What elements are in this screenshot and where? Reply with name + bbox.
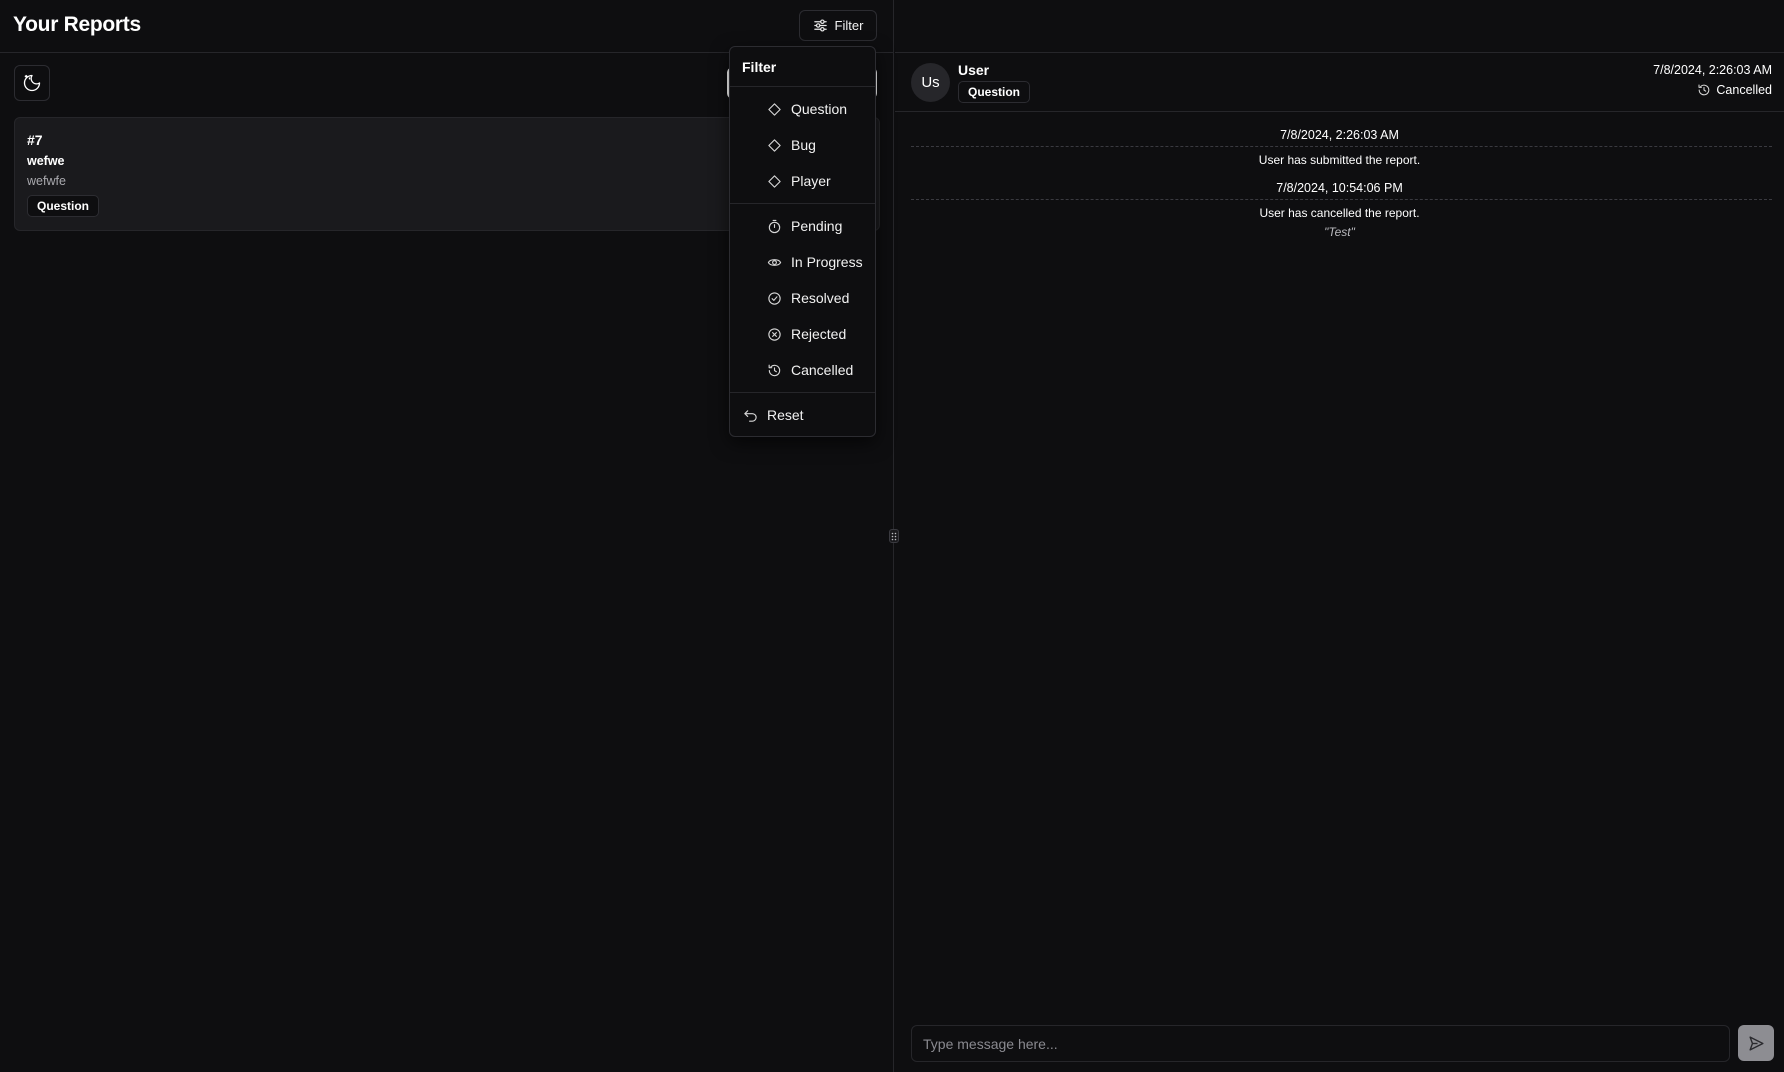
eye-icon <box>767 255 782 270</box>
filter-button-label: Filter <box>834 18 864 33</box>
theme-toggle-button[interactable] <box>14 65 50 101</box>
sliders-icon <box>813 18 828 33</box>
filter-item-in-progress[interactable]: In Progress <box>730 244 875 280</box>
report-type-badge: Question <box>958 81 1031 103</box>
filter-reset-button[interactable]: Reset <box>730 397 875 433</box>
message-composer <box>911 1025 1774 1062</box>
filter-item-cancelled[interactable]: Cancelled <box>730 352 875 388</box>
timeline-event: 7/8/2024, 2:26:03 AM User has submitted … <box>895 128 1784 167</box>
report-type-badge: Question <box>27 195 100 217</box>
event-text: User has cancelled the report. <box>1259 206 1420 220</box>
filter-item-label: Rejected <box>791 326 847 342</box>
filter-item-label: In Progress <box>791 254 863 270</box>
filter-item-label: Cancelled <box>791 362 854 378</box>
timeline-event: 7/8/2024, 10:54:06 PM User has cancelled… <box>895 181 1784 239</box>
x-circle-icon <box>767 327 782 342</box>
filter-item-rejected[interactable]: Rejected <box>730 316 875 352</box>
filter-dropdown: Filter Question Bug Player Pending In Pr… <box>729 46 876 437</box>
status-badge: Cancelled <box>1697 83 1772 97</box>
send-button[interactable] <box>1738 1025 1774 1061</box>
report-date: 7/8/2024, 2:26:03 AM <box>1653 63 1772 77</box>
conversation-header: Us User Question 7/8/2024, 2:26:03 AM Ca… <box>895 53 1784 112</box>
check-circle-icon <box>767 291 782 306</box>
undo-icon <box>743 408 758 423</box>
event-reason: "Test" <box>1324 225 1355 239</box>
diamond-icon <box>767 138 782 153</box>
filter-item-label: Resolved <box>791 290 850 306</box>
filter-dropdown-title: Filter <box>730 47 875 87</box>
filter-button[interactable]: Filter <box>799 10 877 41</box>
history-icon <box>767 363 782 378</box>
moon-sun-icon <box>22 73 42 93</box>
filter-item-label: Bug <box>791 137 816 153</box>
conversation-panel: Us User Question 7/8/2024, 2:26:03 AM Ca… <box>895 0 1784 1072</box>
event-divider <box>911 146 1772 147</box>
filter-reset-group: Reset <box>730 393 875 437</box>
filter-item-label: Player <box>791 173 831 189</box>
event-date: 7/8/2024, 10:54:06 PM <box>1276 181 1403 195</box>
status-label: Cancelled <box>1716 83 1772 97</box>
event-text: User has submitted the report. <box>1258 153 1421 167</box>
diamond-icon <box>767 174 782 189</box>
event-divider <box>911 199 1772 200</box>
event-date: 7/8/2024, 2:26:03 AM <box>1280 128 1399 142</box>
filter-item-pending[interactable]: Pending <box>730 208 875 244</box>
filter-item-bug[interactable]: Bug <box>730 127 875 163</box>
history-icon <box>1697 83 1711 97</box>
filter-item-label: Question <box>791 101 848 117</box>
filter-item-resolved[interactable]: Resolved <box>730 280 875 316</box>
filter-item-label: Pending <box>791 218 843 234</box>
message-input[interactable] <box>911 1025 1730 1062</box>
filter-type-group: Question Bug Player <box>730 87 875 204</box>
filter-item-question[interactable]: Question <box>730 91 875 127</box>
avatar: Us <box>911 63 950 102</box>
send-icon <box>1748 1035 1765 1052</box>
page-title: Your Reports <box>13 13 141 36</box>
diamond-icon <box>767 102 782 117</box>
event-timeline: 7/8/2024, 2:26:03 AM User has submitted … <box>895 112 1784 239</box>
conversation-topbar <box>895 0 1784 53</box>
filter-item-player[interactable]: Player <box>730 163 875 199</box>
timer-icon <box>767 219 782 234</box>
filter-reset-label: Reset <box>767 407 804 423</box>
filter-status-group: Pending In Progress Resolved Rejected Ca… <box>730 204 875 393</box>
user-name: User <box>958 62 990 78</box>
